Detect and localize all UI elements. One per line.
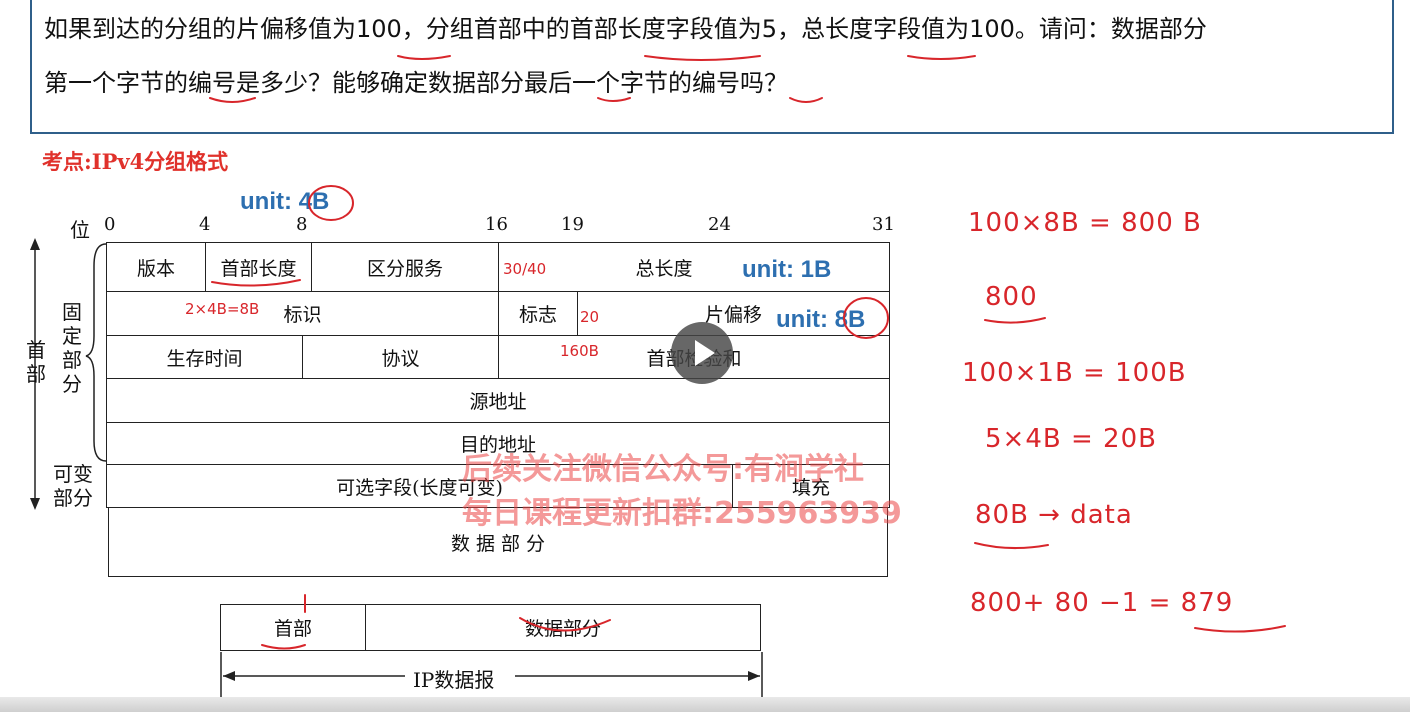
annotation-20: 20 — [580, 308, 600, 326]
video-progress-bar[interactable] — [0, 697, 1410, 712]
annotation-160b: 160B — [560, 342, 599, 360]
calc-line-2: 800 — [985, 282, 1038, 312]
play-icon[interactable] — [671, 322, 733, 384]
watermark-line-1: 后续关注微信公众号:有涧学社 — [462, 452, 864, 487]
annotation-total-length: 30/40 — [503, 260, 547, 278]
calc-line-4: 5×4B = 20B — [985, 424, 1157, 454]
calc-line-6: 800+ 80 −1 = 879 — [970, 588, 1234, 618]
calc-line-1: 100×8B = 800 B — [968, 208, 1202, 238]
calc-line-5: 80B → data — [975, 500, 1133, 530]
annotation-ihl-calc: 2×4B=8B — [185, 300, 260, 318]
watermark-line-2: 每日课程更新扣群:255963939 — [462, 496, 902, 531]
calc-line-3: 100×1B = 100B — [962, 358, 1187, 388]
